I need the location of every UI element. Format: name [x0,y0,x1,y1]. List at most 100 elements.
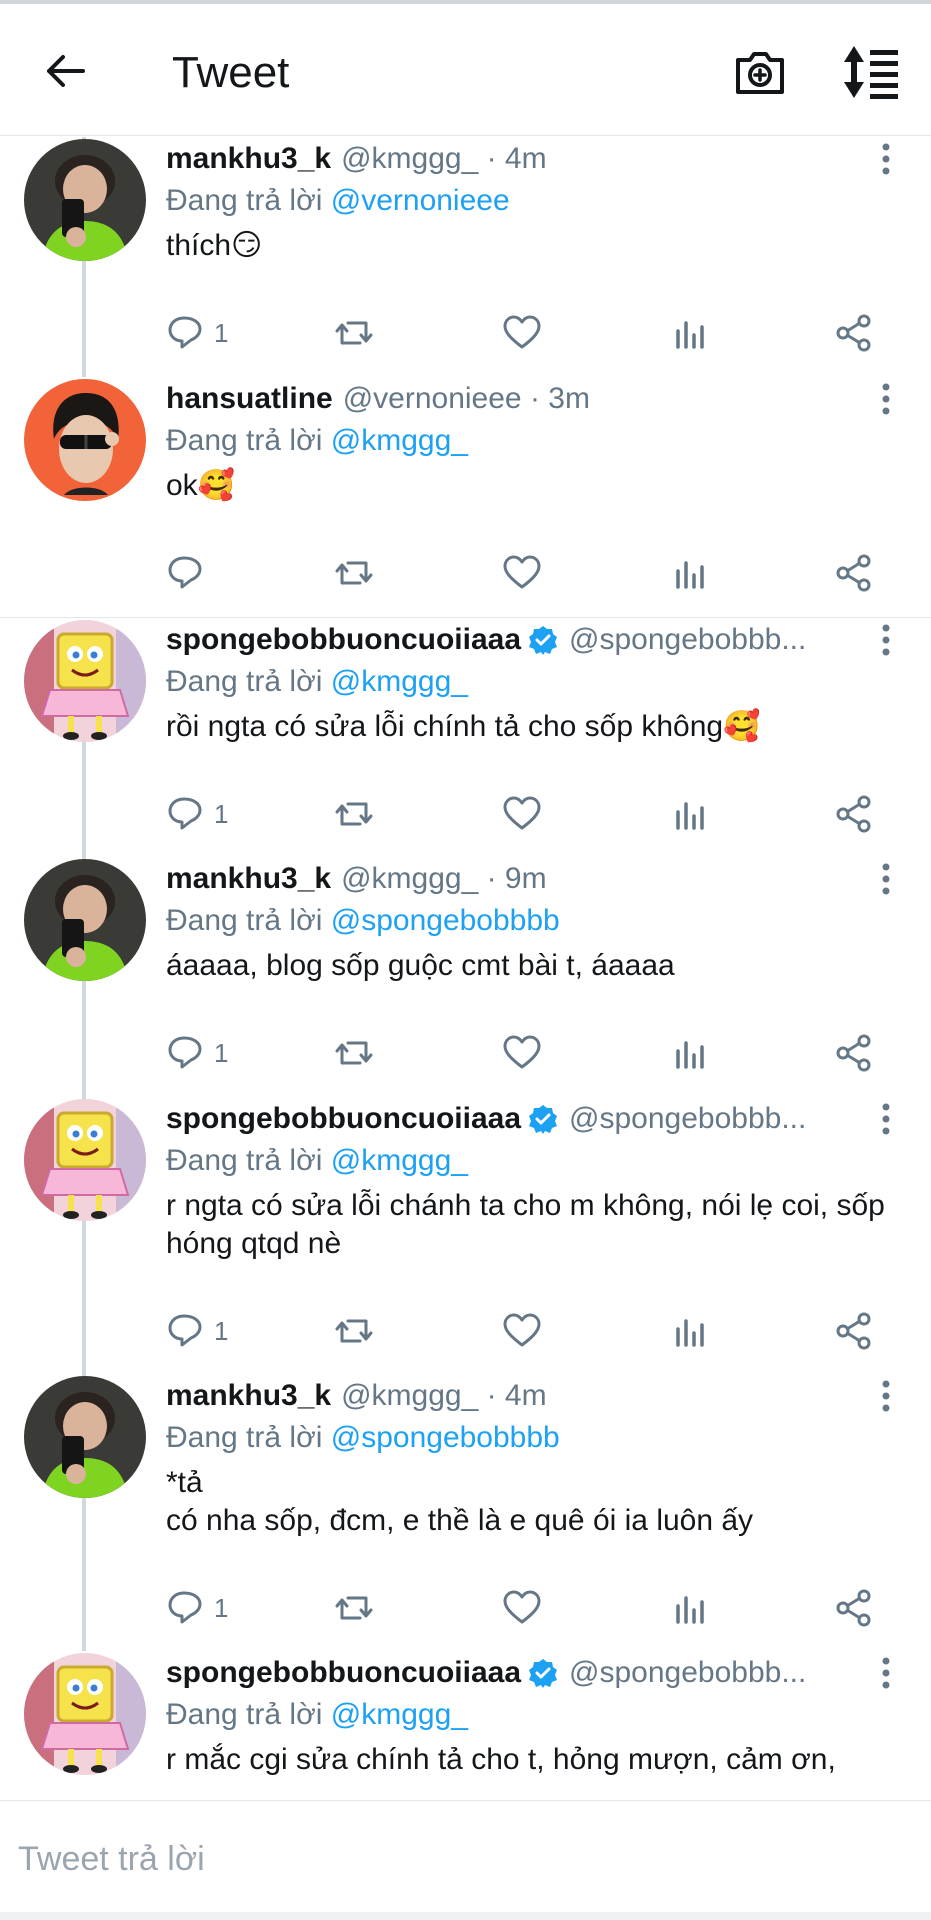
like-button[interactable] [502,311,542,355]
tweet-item[interactable]: mankhu3_k @kmggg_ · 4m Đang trả lời @verno… [0,137,931,377]
replying-mention[interactable]: @spongebobbbb [331,904,560,937]
avatar[interactable] [24,1376,146,1498]
replying-to: Đang trả lời @spongebobbbb [166,1418,931,1458]
more-vertical-icon[interactable] [879,622,893,658]
analytics-icon [676,561,704,589]
page-title: Tweet [172,48,290,97]
avatar[interactable] [24,620,146,742]
tweet-item[interactable]: hansuatline @vernonieee · 3m Đang trả lời … [0,377,931,617]
reply-icon [168,797,202,830]
reply-input[interactable] [18,1829,898,1889]
tweet-item[interactable]: mankhu3_k @kmggg_ · 9m Đang trả lời @spong… [0,857,931,1097]
analytics-button[interactable] [670,1309,710,1353]
retweet-button[interactable] [334,1031,374,1075]
share-button[interactable] [834,551,874,595]
back-button[interactable] [38,44,92,98]
share-icon [836,554,871,592]
tweet-text: ok🥰 [166,469,236,502]
more-vertical-icon[interactable] [879,1655,893,1691]
analytics-icon [676,1041,704,1069]
replying-prefix: Đang trả lời [166,1421,331,1454]
like-button[interactable] [502,1031,542,1075]
reply-button[interactable]: 1 [166,1031,228,1075]
replying-mention[interactable]: @kmggg_ [331,424,468,457]
retweet-icon [335,321,373,345]
retweet-button[interactable] [334,1309,374,1353]
verified-badge-icon [529,1659,558,1688]
like-button[interactable] [502,1586,542,1630]
tweet-actions [166,551,886,595]
tweet-item[interactable]: spongebobbuoncuoiiaaa @spongebobbb... Đang… [0,1097,931,1374]
retweet-button[interactable] [334,551,374,595]
replying-prefix: Đang trả lời [166,1698,331,1731]
tweet-body: mankhu3_k @kmggg_ · 4m Đang trả lời @spong… [166,1374,931,1540]
reply-count: 1 [214,317,229,348]
reply-button[interactable]: 1 [166,311,228,355]
reply-icon [168,1314,202,1347]
tweet-body: spongebobbuoncuoiiaaa @spongebobbb... Đang… [166,1651,931,1779]
user-name[interactable]: mankhu3_k [166,862,331,896]
replying-prefix: Đang trả lời [166,665,331,698]
analytics-button[interactable] [670,311,710,355]
tweet-header: mankhu3_k @kmggg_ · 9m [166,857,931,901]
share-button[interactable] [834,311,874,355]
camera-button[interactable] [732,44,788,100]
replying-mention[interactable]: @vernonieee [331,184,510,217]
analytics-button[interactable] [670,792,710,836]
share-button[interactable] [834,1309,874,1353]
replying-mention[interactable]: @kmggg_ [331,1698,468,1731]
reply-button[interactable] [166,551,214,595]
retweet-button[interactable] [334,311,374,355]
user-name[interactable]: hansuatline [166,382,333,416]
user-handle: @kmggg_ · 4m [341,1379,547,1412]
more-vertical-icon[interactable] [879,861,893,897]
tweet-actions: 1 [166,792,886,836]
more-vertical-icon[interactable] [879,1378,893,1414]
like-button[interactable] [502,1309,542,1353]
avatar[interactable] [24,139,146,261]
avatar[interactable] [24,859,146,981]
user-name[interactable]: spongebobbuoncuoiiaaa [166,623,521,657]
user-name[interactable]: spongebobbuoncuoiiaaa [166,1656,521,1690]
tweet-item[interactable]: spongebobbuoncuoiiaaa @spongebobbb... Đang… [0,1651,931,1800]
user-name[interactable]: spongebobbuoncuoiiaaa [166,1102,521,1136]
sort-button[interactable] [840,42,904,102]
more-vertical-icon[interactable] [879,141,893,177]
sort-icon [844,46,898,99]
avatar[interactable] [24,1099,146,1221]
like-button[interactable] [502,551,542,595]
user-name[interactable]: mankhu3_k [166,1379,331,1413]
reply-button[interactable]: 1 [166,1309,228,1353]
share-icon [836,795,871,833]
reply-count: 1 [214,798,229,829]
retweet-button[interactable] [334,1586,374,1630]
like-button[interactable] [502,792,542,836]
reply-button[interactable]: 1 [166,792,228,836]
more-vertical-icon[interactable] [879,381,893,417]
analytics-button[interactable] [670,1031,710,1075]
analytics-button[interactable] [670,551,710,595]
more-vertical-icon[interactable] [879,1101,893,1137]
replying-to: Đang trả lời @kmggg_ [166,1141,931,1181]
avatar[interactable] [24,379,146,501]
tweet-item[interactable]: spongebobbuoncuoiiaaa @spongebobbb... Đang… [0,617,931,858]
replying-mention[interactable]: @kmggg_ [331,1144,468,1177]
user-name[interactable]: mankhu3_k [166,142,331,176]
share-button[interactable] [834,792,874,836]
analytics-icon [676,1319,704,1347]
share-icon [836,1589,871,1627]
retweet-button[interactable] [334,792,374,836]
reply-feed: mankhu3_k @kmggg_ · 4m Đang trả lời @verno… [0,137,931,1800]
replying-prefix: Đang trả lời [166,904,331,937]
reply-icon [168,556,202,589]
replying-prefix: Đang trả lời [166,424,331,457]
share-button[interactable] [834,1031,874,1075]
avatar[interactable] [24,1653,146,1775]
replying-mention[interactable]: @kmggg_ [331,665,468,698]
replying-mention[interactable]: @spongebobbbb [331,1421,560,1454]
reply-count: 1 [214,1592,229,1623]
reply-button[interactable]: 1 [166,1586,228,1630]
share-button[interactable] [834,1586,874,1630]
analytics-button[interactable] [670,1586,710,1630]
tweet-item[interactable]: mankhu3_k @kmggg_ · 4m Đang trả lời @spong… [0,1374,931,1651]
